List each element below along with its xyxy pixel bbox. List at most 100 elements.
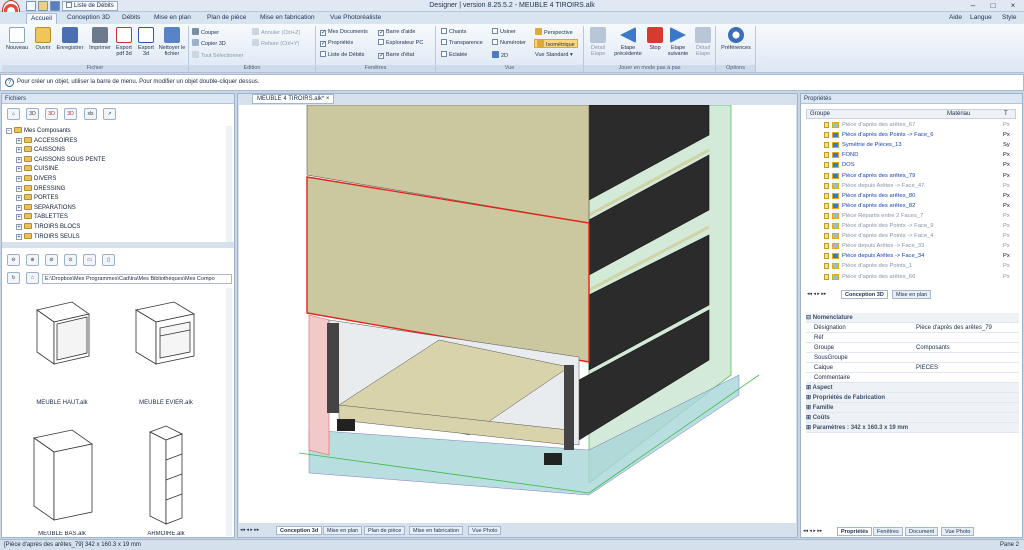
tree-row[interactable]: Pièce d'après des Points -> Face_9 Px — [806, 221, 1016, 231]
tab-plan-de-piece[interactable]: Plan de pièce — [364, 526, 406, 535]
refresh-icon[interactable]: ↻ — [7, 272, 20, 284]
tab-mise-en-fabrication[interactable]: Mise en fabrication — [256, 13, 319, 24]
back-icon[interactable]: ⊖ — [7, 254, 20, 266]
imprimer-button[interactable]: Imprimer — [87, 27, 113, 61]
tree-row[interactable]: Pièce depuis Arêtes -> Face_33 Px — [806, 241, 1016, 251]
tree-scrollbar[interactable] — [226, 126, 232, 242]
section-fabrication[interactable]: ⊞ Propriétés de Fabrication — [806, 393, 1019, 403]
copier-3d-button[interactable]: Copier 3D — [192, 39, 226, 48]
splitter[interactable] — [2, 242, 234, 248]
tree-row[interactable]: Pièce d'après des arêtes_82 Px — [806, 201, 1016, 211]
visibility-icon[interactable] — [824, 223, 829, 229]
tree-folder[interactable]: + PORTES — [16, 194, 59, 204]
tree-folder[interactable]: + TIROIRS BLOCS — [16, 223, 80, 233]
refaire-button[interactable]: Refaire (Ctrl+Y) — [252, 39, 299, 48]
menu-langue[interactable]: Langue — [966, 13, 996, 24]
tab-plan-de-piece[interactable]: Plan de pièce — [203, 13, 250, 24]
annuler-button[interactable]: Annuler (Ctrl+Z) — [252, 28, 300, 37]
tree-folder[interactable]: + DRESSING — [16, 184, 65, 195]
section-famille[interactable]: ⊞ Famille — [806, 403, 1019, 413]
3d-export-icon[interactable]: 3D — [45, 108, 58, 120]
tree-row[interactable]: Pièce d'après des arêtes_67 Px — [806, 120, 1016, 130]
visibility-icon[interactable] — [824, 263, 829, 270]
tab-mise-en-fabrication[interactable]: Mise en fabrication — [409, 526, 464, 535]
detail-etape-left-button[interactable]: Détail Etape — [587, 27, 609, 61]
perspective-button[interactable]: Perspective — [535, 28, 573, 37]
visibility-icon[interactable] — [824, 132, 829, 139]
export-3d-button[interactable]: Export 3d — [136, 27, 156, 61]
tab-nav-arrows[interactable]: ◂◂ ◂ ▸ ▸▸ — [803, 527, 822, 536]
field-groupe[interactable]: Groupe Composants — [806, 343, 1019, 353]
ouvrir-button[interactable]: Ouvrir — [31, 27, 55, 61]
visibility-icon[interactable] — [824, 202, 829, 209]
visibility-icon[interactable] — [824, 243, 829, 250]
tab-conception-3d[interactable]: Conception 3d — [276, 526, 323, 535]
barre-etat-checkbox[interactable]: ✓ Barre d'état — [378, 51, 414, 60]
liste-debits-checkbox[interactable]: Liste de Débits — [320, 51, 364, 60]
nouveau-button[interactable]: Nouveau — [4, 27, 30, 61]
forward-icon[interactable]: ⊙ — [64, 254, 77, 266]
tab-vue-photo[interactable]: Vue Photo — [941, 527, 975, 536]
section-nomenclature[interactable]: ⊟ Nomenclature — [806, 313, 1019, 323]
close-tab-icon[interactable]: × — [326, 96, 330, 102]
menu-aide[interactable]: Aide — [945, 13, 966, 24]
transparence-checkbox[interactable]: Transparence — [441, 39, 483, 48]
proprietes-checkbox[interactable]: ✓ Propriétés — [320, 39, 353, 48]
tab-proprietes[interactable]: Propriétés — [837, 527, 873, 536]
3d-view-icon[interactable]: 3D — [26, 108, 39, 120]
numeroter-checkbox[interactable]: Numéroter — [492, 39, 526, 48]
up-icon[interactable]: ⊕ — [26, 254, 39, 266]
path-field[interactable]: E:\Dropbox\Mes Programmes\Cad\tra\Mes Bi… — [42, 274, 232, 284]
xls-icon[interactable]: xls — [84, 108, 97, 120]
visibility-icon[interactable] — [824, 122, 829, 128]
tab-nav-arrows[interactable]: ◂◂ ◂ ▸ ▸▸ — [807, 290, 826, 299]
visibility-icon[interactable] — [824, 182, 829, 189]
thumb-meuble-bas[interactable] — [24, 420, 104, 530]
tree-row[interactable]: FOND Px — [806, 150, 1016, 160]
folder-view-icon[interactable]: ▭ — [83, 254, 96, 266]
tab-vue-photo[interactable]: Vue Photo — [468, 526, 502, 535]
external-link-icon[interactable]: ↗ — [103, 108, 116, 120]
field-calque[interactable]: Calque PIECES — [806, 363, 1019, 373]
tab-fenetres[interactable]: Fenêtres — [873, 527, 903, 536]
tab-mise-en-plan[interactable]: Mise en plan — [323, 526, 363, 535]
field-commentaire[interactable]: Commentaire — [806, 373, 1019, 383]
tree-row[interactable]: Pièce d'après des Points_1 Px — [806, 261, 1016, 271]
mes-documents-checkbox[interactable]: ✓ Mes Documents — [320, 28, 368, 37]
thumb-meuble-evier[interactable] — [126, 292, 206, 368]
tree-folder[interactable]: + CAISSONS SOUS PENTE — [16, 155, 105, 166]
usiner-checkbox[interactable]: Usiner — [492, 28, 516, 37]
section-couts[interactable]: ⊞ Coûts — [806, 413, 1019, 423]
tree-folder[interactable]: + CAISSONS — [16, 146, 65, 156]
section-parametres[interactable]: ⊞ Paramètres : 342 x 160.3 x 19 mm — [806, 423, 1019, 433]
preferences-button[interactable]: Préférences — [718, 27, 754, 61]
tree-root[interactable]: − Mes Composants — [6, 127, 71, 137]
visibility-icon[interactable] — [824, 233, 829, 240]
detail-etape-right-button[interactable]: Détail Etape — [692, 27, 714, 61]
field-designation[interactable]: Désignation Pièce d'après des arêtes_79 — [806, 323, 1019, 333]
tab-debits[interactable]: Débits — [118, 13, 144, 24]
couper-button[interactable]: Couper — [192, 28, 219, 37]
tree-row[interactable]: Pièce Répartis entre 2 Faces_7 Px — [806, 211, 1016, 221]
tab-document[interactable]: Document — [905, 527, 939, 536]
tree-folder[interactable]: + CUISINE — [16, 165, 58, 175]
home-icon[interactable]: ⌂ — [7, 108, 20, 120]
visibility-icon[interactable] — [824, 172, 829, 179]
page-icon[interactable]: ▯ — [102, 254, 115, 266]
prev-icon[interactable]: ⊘ — [45, 254, 58, 266]
field-ref[interactable]: Réf — [806, 333, 1019, 343]
chants-checkbox[interactable]: Chants — [441, 28, 466, 37]
tab-tree-mise-en-plan[interactable]: Mise en plan — [892, 290, 932, 299]
tree-folder[interactable]: + SEPARATIONS — [16, 203, 76, 214]
tree-row[interactable]: Pièce d'après des arêtes_80 Px — [806, 191, 1016, 201]
field-sousgroupe[interactable]: SousGroupe — [806, 353, 1019, 363]
tab-vue-photorealiste[interactable]: Vue Photoréaliste — [326, 13, 385, 24]
tab-mise-en-plan[interactable]: Mise en plan — [150, 13, 195, 24]
tree-row[interactable]: Symétrie de Pièces_13 Sy — [806, 140, 1016, 150]
visibility-icon[interactable] — [824, 152, 829, 159]
visibility-icon[interactable] — [824, 162, 829, 169]
tree-folder[interactable]: + ACCESSOIRES — [16, 136, 77, 147]
maximize-button[interactable]: □ — [986, 1, 1000, 11]
visibility-icon[interactable] — [824, 212, 829, 219]
tree-row[interactable]: Pièce d'après des Points -> Face_4 Px — [806, 231, 1016, 241]
